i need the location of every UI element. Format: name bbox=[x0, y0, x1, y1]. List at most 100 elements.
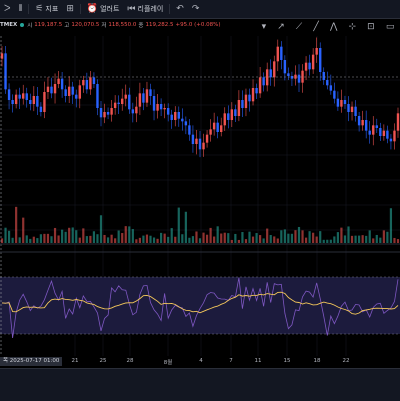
candle-body bbox=[354, 106, 357, 116]
candle-body bbox=[18, 94, 21, 99]
candle-body bbox=[4, 53, 7, 90]
candle-body bbox=[96, 84, 99, 108]
candle-body bbox=[85, 80, 89, 90]
candle-body bbox=[50, 86, 53, 94]
volume-bar bbox=[15, 206, 18, 243]
date-tick-label: 11 bbox=[254, 358, 262, 364]
volume-bar bbox=[110, 234, 113, 243]
chart-canvas[interactable] bbox=[0, 0, 400, 368]
candle-body bbox=[287, 73, 290, 76]
candle-body bbox=[142, 93, 145, 103]
volume-bar bbox=[350, 235, 354, 243]
volume-bar bbox=[32, 236, 35, 243]
date-tick-label: 18 bbox=[313, 358, 321, 364]
volume-bar bbox=[361, 235, 364, 243]
candle-body bbox=[262, 77, 265, 86]
candle-body bbox=[135, 106, 138, 114]
candle-body bbox=[7, 89, 11, 100]
date-tick-label: 28 bbox=[126, 358, 134, 364]
candle-body bbox=[113, 102, 117, 108]
volume-bar bbox=[145, 234, 149, 243]
volume-bar bbox=[280, 230, 283, 243]
candle-body bbox=[301, 70, 304, 83]
candle-body bbox=[333, 90, 336, 99]
candle-body bbox=[329, 85, 333, 91]
volume-bar bbox=[163, 233, 166, 243]
volume-bar bbox=[283, 229, 286, 243]
candle-body bbox=[223, 113, 226, 126]
candle-body bbox=[283, 60, 287, 74]
volume-bar bbox=[174, 236, 177, 243]
volume-bar bbox=[308, 231, 311, 243]
volume-bar bbox=[92, 231, 96, 243]
volume-bar bbox=[386, 231, 389, 243]
candle-body bbox=[273, 61, 276, 78]
volume-bar bbox=[7, 230, 11, 243]
candle-body bbox=[39, 106, 43, 112]
candle-body bbox=[22, 93, 25, 99]
candle-body bbox=[89, 77, 92, 90]
volume-bar bbox=[290, 233, 294, 243]
candle-body bbox=[71, 86, 74, 95]
candle-body bbox=[188, 125, 191, 135]
candle-body bbox=[290, 76, 294, 79]
volume-bar bbox=[266, 228, 269, 243]
volume-bar bbox=[251, 236, 255, 243]
candle-body bbox=[297, 74, 301, 83]
candle-body bbox=[379, 128, 382, 136]
candle-body bbox=[25, 93, 28, 100]
candle-body bbox=[14, 94, 18, 104]
volume-bar bbox=[160, 232, 163, 243]
volume-bar bbox=[78, 237, 81, 243]
candle-body bbox=[357, 116, 361, 126]
candle-body bbox=[67, 86, 71, 96]
volume-bar bbox=[4, 227, 7, 243]
candle-body bbox=[386, 130, 389, 139]
candle-body bbox=[99, 108, 103, 118]
volume-bar bbox=[315, 236, 318, 243]
volume-bar bbox=[167, 236, 170, 243]
candle-body bbox=[163, 108, 166, 110]
candle-body bbox=[166, 108, 170, 115]
volume-bar bbox=[358, 235, 361, 243]
volume-bar bbox=[18, 237, 21, 243]
candle-body bbox=[195, 138, 198, 144]
volume-bar bbox=[223, 232, 226, 243]
volume-bar bbox=[205, 234, 209, 243]
candle-body bbox=[368, 130, 371, 135]
candle-body bbox=[241, 100, 244, 108]
volume-bar bbox=[96, 234, 99, 243]
volume-bar bbox=[297, 226, 301, 243]
candle-body bbox=[209, 129, 212, 135]
date-tick-label: 8월 bbox=[163, 360, 173, 366]
candle-body bbox=[393, 130, 396, 142]
candle-body bbox=[36, 96, 39, 107]
volume-bar bbox=[322, 239, 325, 243]
candle-body bbox=[159, 104, 163, 110]
candle-body bbox=[382, 130, 386, 136]
volume-bar bbox=[230, 239, 233, 243]
volume-bar bbox=[365, 235, 368, 243]
volume-bar bbox=[89, 235, 92, 243]
candle-body bbox=[227, 113, 230, 120]
candle-body bbox=[11, 100, 14, 104]
volume-bar bbox=[99, 215, 103, 243]
volume-bar bbox=[368, 230, 371, 243]
volume-bar bbox=[46, 233, 50, 243]
volume-bar bbox=[382, 230, 385, 243]
volume-bar bbox=[241, 232, 244, 243]
volume-bar bbox=[379, 237, 382, 243]
volume-bar bbox=[50, 236, 53, 243]
volume-bar bbox=[319, 231, 322, 243]
volume-bar bbox=[156, 238, 159, 243]
volume-bar bbox=[336, 232, 339, 243]
volume-bar bbox=[64, 231, 67, 243]
volume-bar bbox=[248, 231, 251, 243]
volume-bar bbox=[227, 233, 230, 243]
candle-body bbox=[110, 108, 113, 115]
candle-body bbox=[212, 122, 216, 130]
candle-body bbox=[396, 113, 400, 131]
volume-bar bbox=[269, 234, 272, 243]
volume-bar bbox=[372, 238, 375, 243]
candle-body bbox=[117, 102, 120, 104]
